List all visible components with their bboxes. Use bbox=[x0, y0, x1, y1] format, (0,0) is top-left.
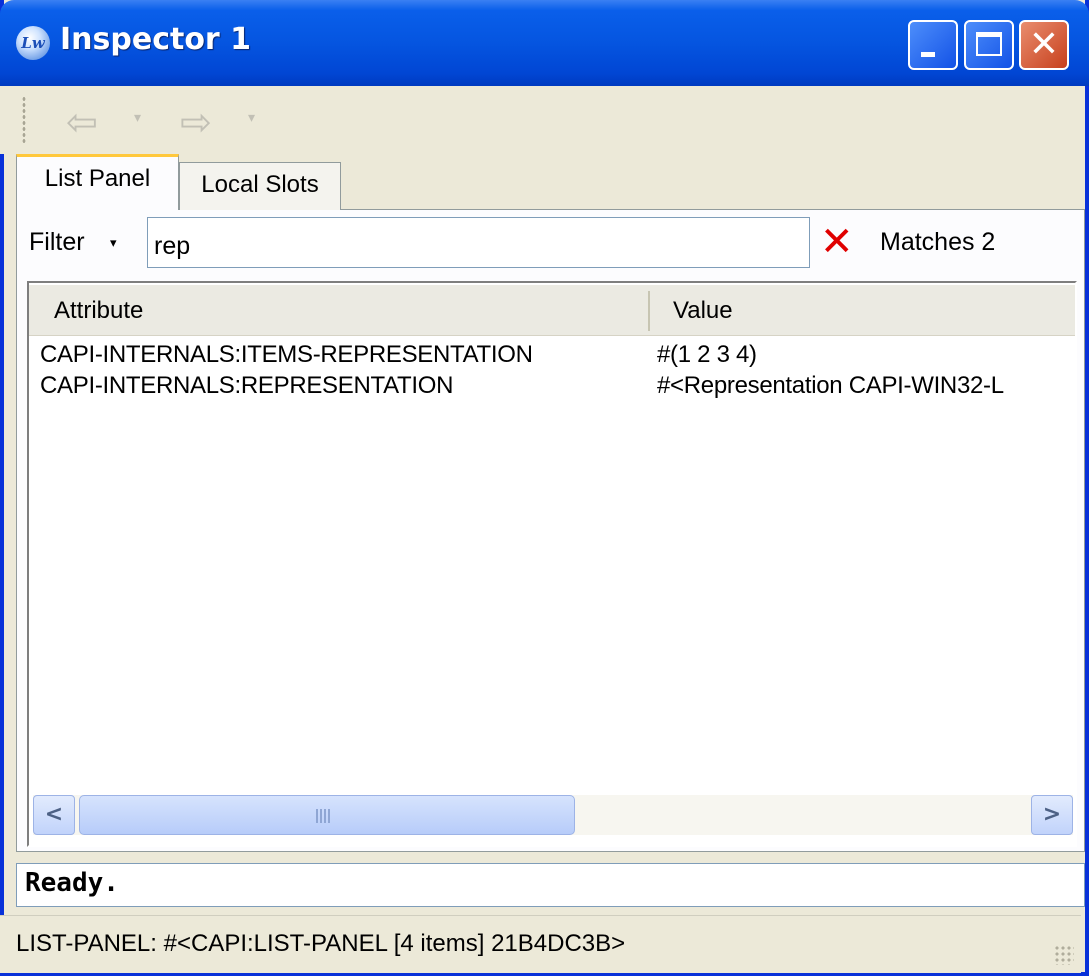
column-divider[interactable] bbox=[648, 291, 650, 331]
window-title: Inspector 1 bbox=[60, 22, 252, 57]
toolbar: ⇦ ▾ ⇨ ▾ bbox=[0, 86, 1081, 154]
output-field: Ready. bbox=[16, 863, 1085, 907]
tab-local-slots[interactable]: Local Slots bbox=[179, 162, 341, 210]
scroll-left-icon[interactable]: < bbox=[33, 795, 75, 835]
resize-grip-icon[interactable] bbox=[1054, 945, 1074, 965]
scrollbar-grip-icon bbox=[316, 809, 330, 823]
tab-list-panel[interactable]: List Panel bbox=[16, 154, 179, 210]
table-row-value[interactable]: #(1 2 3 4) bbox=[657, 341, 1075, 369]
back-arrow-icon[interactable]: ⇦ bbox=[66, 100, 98, 144]
status-text: LIST-PANEL: #<CAPI:LIST-PANEL [4 items] … bbox=[16, 930, 626, 957]
filter-label[interactable]: Filter bbox=[29, 228, 85, 257]
app-logo-icon: Lw bbox=[16, 26, 50, 60]
column-header-value[interactable]: Value bbox=[673, 297, 733, 325]
table-row-value[interactable]: #<Representation CAPI-WIN32-L bbox=[657, 372, 1075, 400]
forward-history-dropdown-icon[interactable]: ▾ bbox=[248, 110, 255, 126]
matches-count: Matches 2 bbox=[880, 228, 996, 256]
minimize-button[interactable] bbox=[908, 20, 958, 70]
minimize-icon bbox=[921, 52, 935, 57]
title-bar[interactable]: Lw Inspector 1 ✕ bbox=[0, 0, 1089, 86]
filter-dropdown-icon[interactable]: ▾ bbox=[110, 236, 117, 251]
table-row-attribute[interactable]: CAPI-INTERNALS:REPRESENTATION bbox=[40, 372, 453, 400]
maximize-icon bbox=[976, 32, 1002, 56]
forward-arrow-icon[interactable]: ⇨ bbox=[180, 100, 212, 144]
table-row-attribute[interactable]: CAPI-INTERNALS:ITEMS-REPRESENTATION bbox=[40, 341, 533, 369]
close-button[interactable]: ✕ bbox=[1019, 20, 1069, 70]
close-icon: ✕ bbox=[1028, 24, 1060, 65]
column-header-attribute[interactable]: Attribute bbox=[54, 297, 143, 325]
toolbar-grip-icon[interactable] bbox=[22, 96, 26, 144]
clear-filter-icon[interactable]: ✕ bbox=[820, 218, 854, 266]
filter-input[interactable] bbox=[147, 217, 810, 268]
back-history-dropdown-icon[interactable]: ▾ bbox=[134, 110, 141, 126]
list-header bbox=[29, 285, 1075, 336]
scroll-right-icon[interactable]: > bbox=[1031, 795, 1073, 835]
maximize-button[interactable] bbox=[964, 20, 1014, 70]
